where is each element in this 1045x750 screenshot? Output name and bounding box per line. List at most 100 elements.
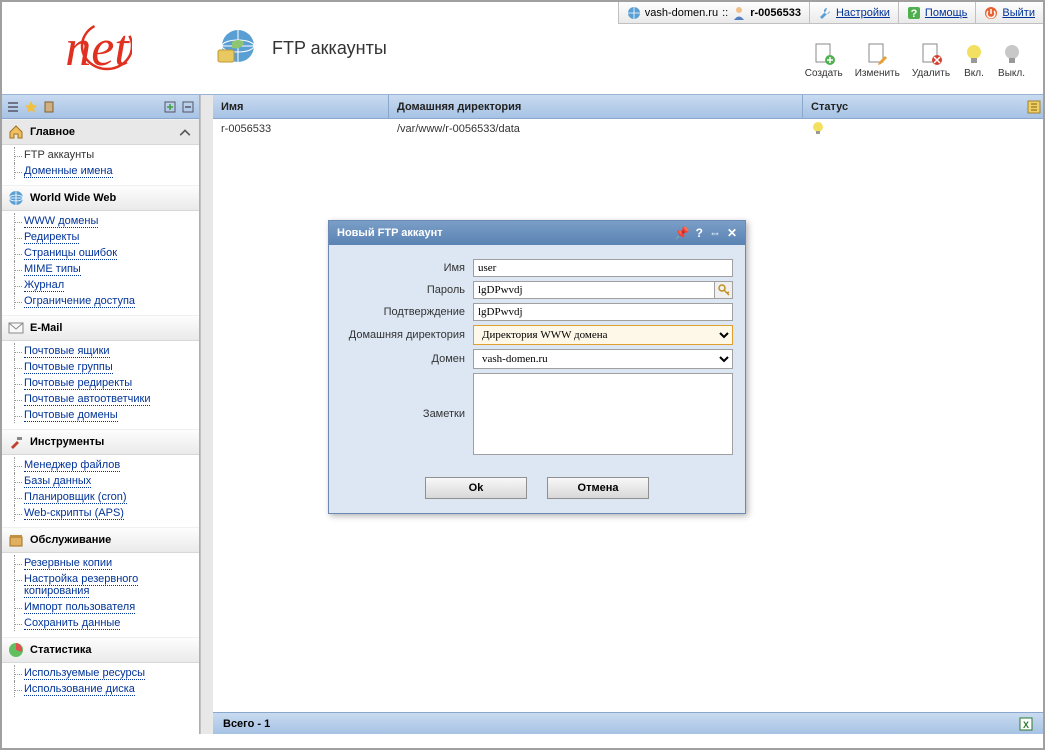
- nav-group-www[interactable]: World Wide Web: [2, 185, 199, 211]
- select-domain[interactable]: vash-domen.ru: [473, 349, 733, 369]
- maximize-icon[interactable]: ⇔: [709, 226, 721, 240]
- topbar-user: r-0056533: [750, 7, 801, 19]
- nav-resources[interactable]: Используемые ресурсы: [24, 667, 145, 680]
- logo: net: [2, 2, 192, 94]
- col-name[interactable]: Имя: [213, 95, 389, 118]
- nav-file-manager[interactable]: Менеджер файлов: [24, 459, 120, 472]
- nav-mailboxes[interactable]: Почтовые ящики: [24, 345, 110, 358]
- topbar-identity: vash-domen.ru :: r-0056533: [619, 2, 810, 23]
- help-dialog-icon[interactable]: ?: [696, 226, 703, 240]
- bulb-off-icon: [1000, 42, 1024, 66]
- person-icon: [732, 6, 746, 20]
- expand-all-icon[interactable]: [163, 100, 177, 114]
- disable-button[interactable]: Выкл.: [998, 42, 1025, 79]
- chevron-up-icon: [177, 124, 193, 140]
- pin-icon[interactable]: 📌: [675, 226, 690, 240]
- nav-mail-domains[interactable]: Почтовые домены: [24, 409, 118, 422]
- nav-group-email[interactable]: E-Mail: [2, 315, 199, 341]
- cell-homedir: /var/www/r-0056533/data: [389, 123, 803, 135]
- close-icon[interactable]: ✕: [727, 226, 737, 240]
- topbar-settings[interactable]: Настройки: [810, 2, 899, 23]
- nav-www-domains[interactable]: WWW домены: [24, 215, 98, 228]
- nav-mail-redirects[interactable]: Почтовые редиректы: [24, 377, 132, 390]
- col-status[interactable]: Статус: [803, 95, 1025, 118]
- footer-total: Всего - 1: [223, 718, 270, 730]
- nav-items-email: Почтовые ящики Почтовые группы Почтовые …: [2, 341, 199, 429]
- home-icon: [8, 124, 24, 140]
- label-notes: Заметки: [341, 408, 473, 420]
- help-link[interactable]: Помощь: [925, 7, 968, 19]
- sidebar-scrollbar[interactable]: [200, 95, 213, 734]
- settings-link[interactable]: Настройки: [836, 7, 890, 19]
- dialog-title: Новый FTP аккаунт: [337, 227, 443, 239]
- nav-group-tools[interactable]: Инструменты: [2, 429, 199, 455]
- topbar-logout[interactable]: Выйти: [976, 2, 1043, 23]
- enable-button[interactable]: Вкл.: [962, 42, 986, 79]
- nav-ftp-accounts[interactable]: FTP аккаунты: [24, 149, 94, 161]
- clipboard-icon[interactable]: [42, 100, 56, 114]
- doc-x-icon: [919, 42, 943, 66]
- doc-plus-icon: [812, 42, 836, 66]
- sidebar: Главное FTP аккаунты Доменные имена Worl…: [2, 95, 200, 734]
- column-header: Имя Домашняя директория Статус: [213, 95, 1043, 119]
- nav-disk-usage[interactable]: Использование диска: [24, 683, 135, 696]
- table-row[interactable]: r-0056533 /var/www/r-0056533/data: [213, 119, 1043, 139]
- columns-config-icon[interactable]: [1025, 100, 1043, 114]
- nav-mime-types[interactable]: MIME типы: [24, 263, 81, 276]
- nav-group-main[interactable]: Главное: [2, 119, 199, 145]
- nav-save-data[interactable]: Сохранить данные: [24, 617, 120, 630]
- label-password: Пароль: [341, 284, 473, 296]
- create-button[interactable]: Создать: [805, 42, 843, 79]
- select-homedir[interactable]: Директория WWW домена: [473, 325, 733, 345]
- pie-icon: [8, 642, 24, 658]
- topbar-sep: ::: [722, 7, 728, 19]
- generate-password-button[interactable]: [715, 281, 733, 299]
- logo-swirl-icon: [62, 18, 132, 78]
- cell-name: r-0056533: [213, 123, 389, 135]
- nav-redirects[interactable]: Редиректы: [24, 231, 79, 244]
- input-password[interactable]: [473, 281, 715, 299]
- excel-icon[interactable]: X: [1019, 717, 1033, 731]
- nav-web-scripts[interactable]: Web-скрипты (APS): [24, 507, 124, 520]
- bulb-on-icon: [962, 42, 986, 66]
- label-homedir: Домашняя директория: [341, 329, 473, 341]
- input-name[interactable]: [473, 259, 733, 277]
- collapse-all-icon[interactable]: [181, 100, 195, 114]
- nav-backups[interactable]: Резервные копии: [24, 557, 112, 570]
- key-icon: [718, 284, 730, 296]
- dialog-header[interactable]: Новый FTP аккаунт 📌 ? ⇔ ✕: [329, 221, 745, 245]
- nav-domain-names[interactable]: Доменные имена: [24, 165, 113, 178]
- nav-backup-settings[interactable]: Настройка резервного копирования: [24, 573, 138, 598]
- nav-mail-autoresp[interactable]: Почтовые автоответчики: [24, 393, 150, 406]
- nav-import-user[interactable]: Импорт пользователя: [24, 601, 135, 614]
- sidebar-body: Главное FTP аккаунты Доменные имена Worl…: [2, 119, 199, 734]
- textarea-notes[interactable]: [473, 373, 733, 455]
- nav-error-pages[interactable]: Страницы ошибок: [24, 247, 117, 260]
- star-icon[interactable]: [24, 100, 38, 114]
- nav-group-stats[interactable]: Статистика: [2, 637, 199, 663]
- nav-cron[interactable]: Планировщик (cron): [24, 491, 127, 504]
- nav-journal[interactable]: Журнал: [24, 279, 64, 292]
- nav-databases[interactable]: Базы данных: [24, 475, 91, 488]
- topbar-help[interactable]: ? Помощь: [899, 2, 977, 23]
- dialog-footer: Ok Отмена: [329, 467, 745, 513]
- globe-icon: [212, 24, 260, 72]
- col-homedir[interactable]: Домашняя директория: [389, 95, 803, 118]
- edit-button[interactable]: Изменить: [855, 42, 900, 79]
- toolbar: Создать Изменить Удалить Вкл. Выкл.: [805, 42, 1025, 79]
- nav-group-maint[interactable]: Обслуживание: [2, 527, 199, 553]
- cancel-button[interactable]: Отмена: [547, 477, 649, 499]
- delete-button[interactable]: Удалить: [912, 42, 950, 79]
- nav-access-restriction[interactable]: Ограничение доступа: [24, 295, 135, 308]
- input-confirm[interactable]: [473, 303, 733, 321]
- svg-text:X: X: [1023, 720, 1029, 730]
- table-footer: Всего - 1 X: [213, 712, 1043, 734]
- power-icon: [984, 6, 998, 20]
- menu-icon[interactable]: [6, 100, 20, 114]
- bulb-on-small-icon: [811, 121, 825, 135]
- logout-link[interactable]: Выйти: [1002, 7, 1035, 19]
- label-domain: Домен: [341, 353, 473, 365]
- nav-mail-groups[interactable]: Почтовые группы: [24, 361, 113, 374]
- globe-small-icon: [627, 6, 641, 20]
- ok-button[interactable]: Ok: [425, 477, 527, 499]
